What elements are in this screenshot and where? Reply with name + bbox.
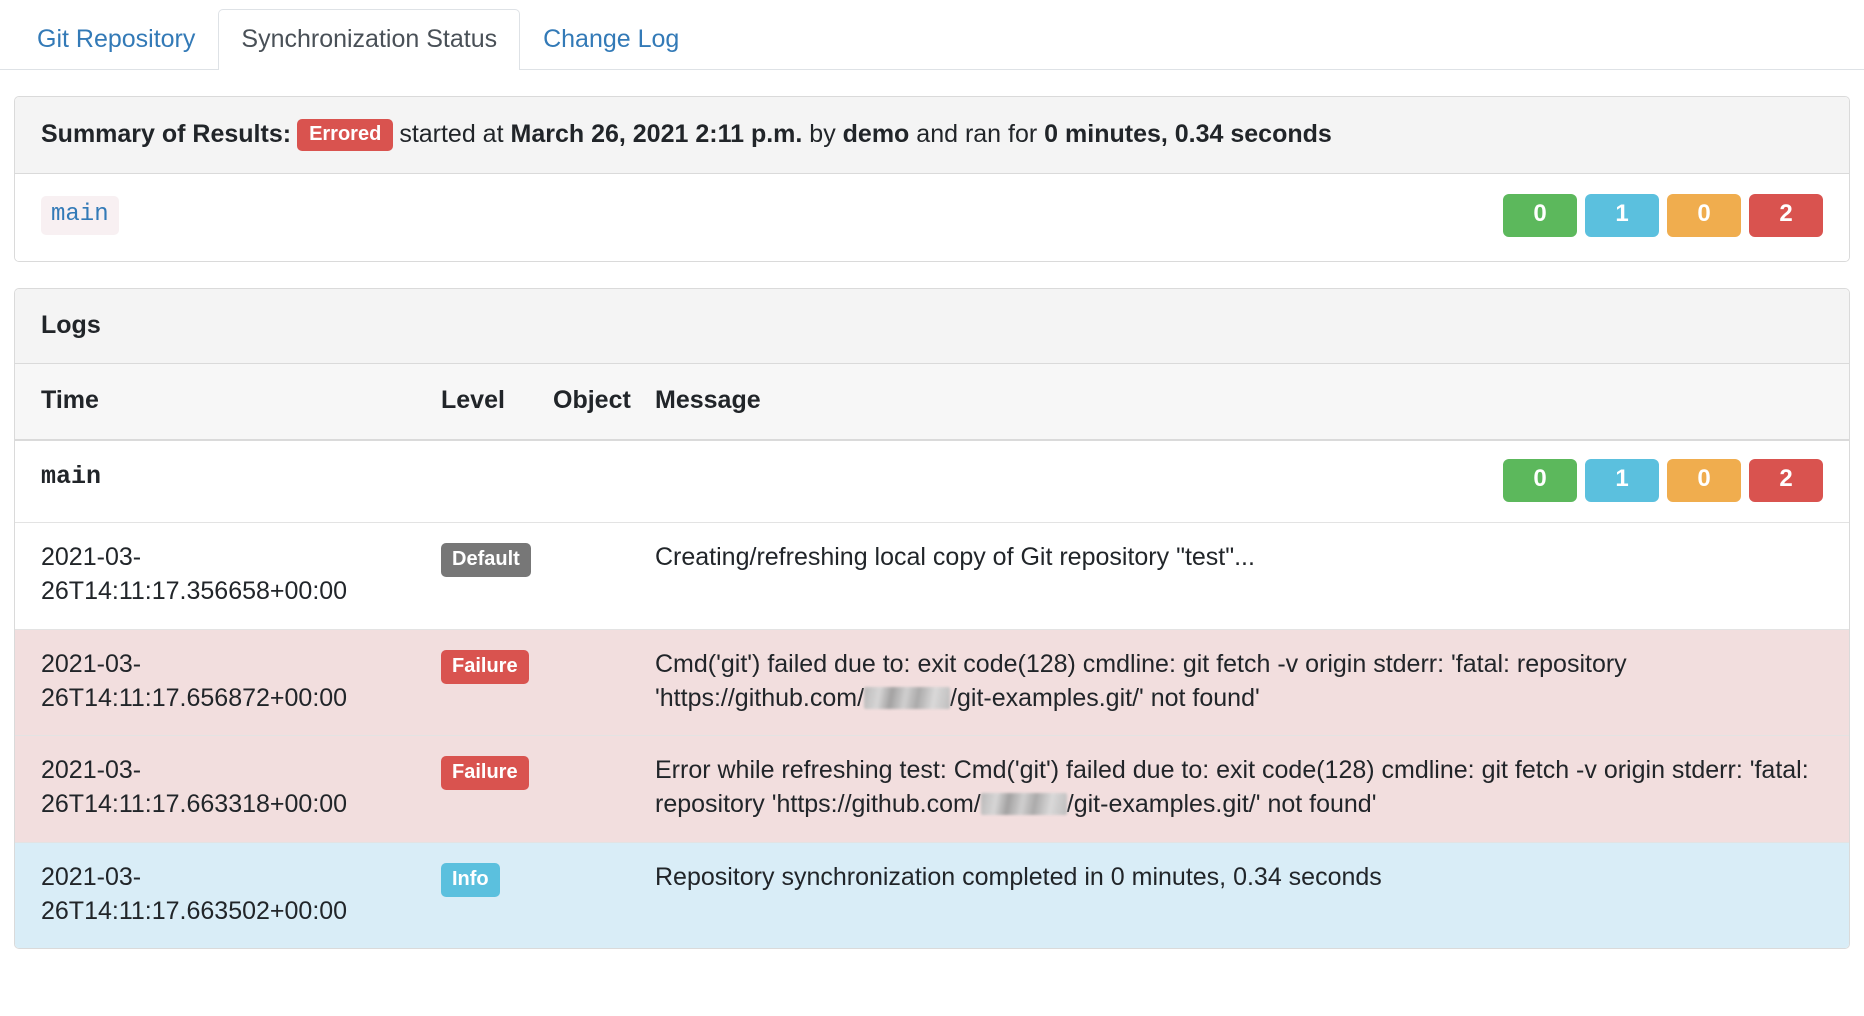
log-level-badge: Default [441, 543, 531, 577]
summary-panel: Summary of Results:Erroredstarted at Mar… [14, 96, 1850, 262]
logs-title: Logs [41, 311, 101, 339]
logs-table-head: TimeLevelObjectMessage [15, 364, 1849, 440]
logs-column-time: Time [15, 364, 415, 440]
table-row: 2021-03-26T14:11:17.663318+00:00 Failure E… [15, 736, 1849, 843]
log-time: 2021-03-26T14:11:17.356658+00:00 [15, 523, 415, 630]
log-object [527, 523, 629, 630]
summary-started-label: started at [399, 120, 503, 148]
logs-column-level: Level [415, 364, 527, 440]
table-row: 2021-03-26T14:11:17.356658+00:00DefaultC… [15, 523, 1849, 630]
logs-column-object: Object [527, 364, 629, 440]
log-object [527, 842, 629, 948]
log-message-part: /git-examples.git/' not found' [950, 684, 1260, 712]
success-count-badge: 0 [1503, 194, 1577, 237]
log-message: Creating/refreshing local copy of Git re… [629, 523, 1849, 630]
table-row: 2021-03-26T14:11:17.663502+00:00 Info Repo… [15, 842, 1849, 948]
log-object [527, 736, 629, 843]
log-object [527, 629, 629, 736]
logs-heading: Logs [15, 289, 1849, 364]
branch-count-badges: 0102 [1503, 194, 1823, 237]
info-count-badge: 1 [1585, 194, 1659, 237]
logs-branch-name: main [41, 462, 101, 491]
log-time: 2021-03-26T14:11:17.663318+00:00 [15, 736, 415, 843]
info-count-badge: 1 [1585, 459, 1659, 502]
logs-branch-object-cell [527, 440, 629, 523]
logs-column-message: Message [629, 364, 1849, 440]
failure-count-badge: 2 [1749, 459, 1823, 502]
page-root: Git RepositorySynchronization StatusChan… [0, 0, 1864, 1016]
logs-table-body: main01022021-03-26T14:11:17.356658+00:00… [15, 440, 1849, 948]
tab-change-log[interactable]: Change Log [520, 9, 702, 70]
tab-synchronization-status[interactable]: Synchronization Status [218, 9, 520, 70]
branch-summary-row: main 0102 [15, 174, 1849, 261]
warning-count-badge: 0 [1667, 194, 1741, 237]
log-message: Cmd('git') failed due to: exit code(128)… [629, 629, 1849, 736]
log-message-part: /git-examples.git/' not found' [1067, 790, 1377, 818]
log-level-cell: Failure [415, 629, 527, 736]
logs-branch-level-cell [415, 440, 527, 523]
redacted-username [981, 793, 1067, 815]
redacted-username [864, 687, 950, 709]
logs-table: TimeLevelObjectMessage main01022021-03-2… [15, 364, 1849, 948]
warning-count-badge: 0 [1667, 459, 1741, 502]
summary-prefix: Summary of Results: [41, 120, 291, 148]
logs-header-row: TimeLevelObjectMessage [15, 364, 1849, 440]
tab-git-repository[interactable]: Git Repository [14, 9, 218, 70]
summary-user: demo [843, 120, 910, 148]
logs-branch-count-badges: 0102 [655, 459, 1823, 502]
log-time: 2021-03-26T14:11:17.663502+00:00 [15, 842, 415, 948]
summary-by-label: by [809, 120, 835, 148]
log-message: Error while refreshing test: Cmd('git') … [629, 736, 1849, 843]
log-level-cell: Failure [415, 736, 527, 843]
logs-branch-row: main0102 [15, 440, 1849, 523]
log-level-cell: Info [415, 842, 527, 948]
log-level-cell: Default [415, 523, 527, 630]
summary-started-at: March 26, 2021 2:11 p.m. [511, 120, 803, 148]
summary-duration: 0 minutes, 0.34 seconds [1044, 120, 1332, 148]
log-level-badge: Failure [441, 650, 529, 684]
logs-branch-counts-cell: 0102 [629, 440, 1849, 523]
failure-count-badge: 2 [1749, 194, 1823, 237]
log-time: 2021-03-26T14:11:17.656872+00:00 [15, 629, 415, 736]
table-row: 2021-03-26T14:11:17.656872+00:00 Failure C… [15, 629, 1849, 736]
logs-branch-name-cell: main [15, 440, 415, 523]
status-badge: Errored [297, 119, 393, 151]
log-level-badge: Info [441, 863, 500, 897]
log-message: Repository synchronization completed in … [629, 842, 1849, 948]
success-count-badge: 0 [1503, 459, 1577, 502]
log-level-badge: Failure [441, 756, 529, 790]
logs-panel: Logs TimeLevelObjectMessage main01022021… [14, 288, 1850, 949]
summary-heading: Summary of Results:Erroredstarted at Mar… [15, 97, 1849, 174]
summary-ran-label: and ran for [916, 120, 1037, 148]
branch-tag[interactable]: main [41, 196, 119, 235]
tab-bar: Git RepositorySynchronization StatusChan… [0, 0, 1864, 70]
